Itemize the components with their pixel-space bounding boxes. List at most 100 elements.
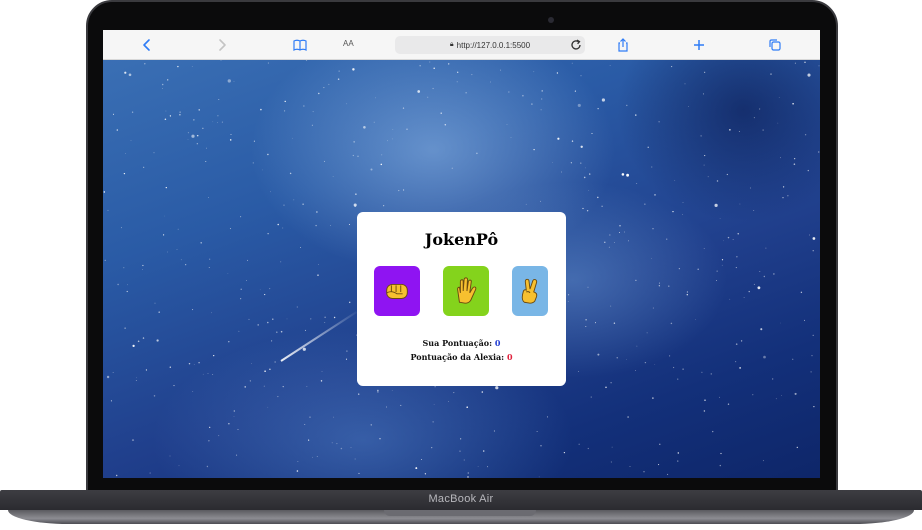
star bbox=[672, 366, 675, 369]
star bbox=[156, 339, 159, 342]
star bbox=[352, 68, 355, 71]
star bbox=[701, 371, 703, 373]
star bbox=[252, 162, 254, 164]
star bbox=[818, 151, 820, 153]
star bbox=[296, 470, 299, 472]
tabs-icon[interactable] bbox=[764, 35, 786, 55]
reader-aa-button[interactable]: AA bbox=[343, 39, 354, 48]
star bbox=[196, 143, 198, 145]
star bbox=[375, 97, 377, 99]
star bbox=[753, 210, 755, 211]
star bbox=[732, 239, 734, 241]
star bbox=[358, 472, 360, 474]
star bbox=[355, 193, 357, 195]
star bbox=[345, 358, 348, 360]
rock-button[interactable] bbox=[374, 266, 420, 316]
star bbox=[668, 285, 670, 287]
star bbox=[738, 131, 740, 132]
star bbox=[577, 103, 581, 107]
star bbox=[591, 132, 593, 135]
star bbox=[585, 318, 587, 321]
star bbox=[678, 268, 680, 270]
bookmarks-icon[interactable] bbox=[289, 35, 311, 55]
star bbox=[482, 450, 485, 452]
star bbox=[493, 430, 495, 432]
star bbox=[704, 399, 706, 401]
star bbox=[466, 406, 468, 408]
star bbox=[658, 285, 660, 287]
star bbox=[177, 65, 179, 68]
new-tab-icon[interactable] bbox=[688, 35, 710, 55]
star bbox=[703, 164, 705, 166]
star bbox=[735, 361, 737, 363]
star bbox=[432, 421, 434, 423]
star bbox=[646, 332, 648, 334]
starry-background: JokenPô Sua Pontuação: 0 Pontuação da Al… bbox=[103, 60, 820, 478]
star bbox=[608, 246, 610, 248]
star bbox=[267, 62, 269, 64]
star bbox=[792, 358, 794, 360]
star bbox=[495, 386, 499, 390]
star bbox=[710, 373, 713, 375]
share-icon[interactable] bbox=[612, 35, 634, 55]
star bbox=[142, 337, 145, 339]
star bbox=[373, 121, 375, 123]
star bbox=[619, 232, 621, 233]
star bbox=[583, 176, 586, 179]
reload-icon[interactable] bbox=[565, 35, 587, 55]
star bbox=[432, 87, 434, 90]
star bbox=[218, 435, 220, 437]
star bbox=[420, 458, 423, 461]
star bbox=[419, 65, 421, 67]
star bbox=[240, 298, 242, 300]
star bbox=[206, 465, 209, 468]
star bbox=[417, 90, 421, 93]
star bbox=[315, 224, 317, 227]
star bbox=[257, 324, 259, 326]
star bbox=[780, 395, 782, 396]
address-bar[interactable]: 🔒︎ http://127.0.0.1:5500 bbox=[395, 36, 585, 54]
star bbox=[770, 73, 772, 75]
star bbox=[233, 81, 235, 83]
paper-button[interactable] bbox=[443, 266, 489, 316]
star bbox=[658, 121, 660, 123]
star bbox=[720, 452, 722, 455]
star bbox=[208, 440, 210, 442]
star bbox=[440, 112, 442, 114]
star bbox=[721, 264, 723, 266]
star bbox=[292, 137, 293, 139]
star bbox=[167, 251, 168, 253]
star bbox=[778, 97, 780, 98]
star bbox=[381, 154, 383, 156]
star bbox=[352, 154, 354, 157]
star bbox=[629, 466, 631, 467]
star bbox=[348, 224, 350, 225]
star bbox=[336, 443, 338, 445]
forward-icon[interactable] bbox=[211, 35, 233, 55]
star bbox=[229, 228, 231, 230]
star bbox=[595, 322, 596, 324]
star bbox=[667, 473, 669, 475]
star bbox=[429, 61, 431, 63]
back-icon[interactable] bbox=[136, 35, 158, 55]
star bbox=[626, 359, 627, 360]
star bbox=[218, 99, 220, 101]
star bbox=[613, 322, 616, 324]
star bbox=[556, 72, 559, 74]
star bbox=[597, 353, 600, 356]
star bbox=[276, 331, 278, 333]
star bbox=[267, 406, 269, 408]
star bbox=[112, 113, 115, 115]
star bbox=[212, 121, 214, 123]
laptop-base: MacBook Air bbox=[0, 490, 922, 530]
star bbox=[244, 386, 246, 388]
star bbox=[229, 139, 232, 141]
star bbox=[796, 446, 798, 449]
star bbox=[541, 90, 543, 92]
star bbox=[686, 291, 688, 293]
star bbox=[131, 439, 135, 442]
star bbox=[217, 115, 219, 117]
star bbox=[570, 162, 572, 164]
scissors-button[interactable] bbox=[512, 266, 548, 316]
star bbox=[305, 60, 308, 61]
